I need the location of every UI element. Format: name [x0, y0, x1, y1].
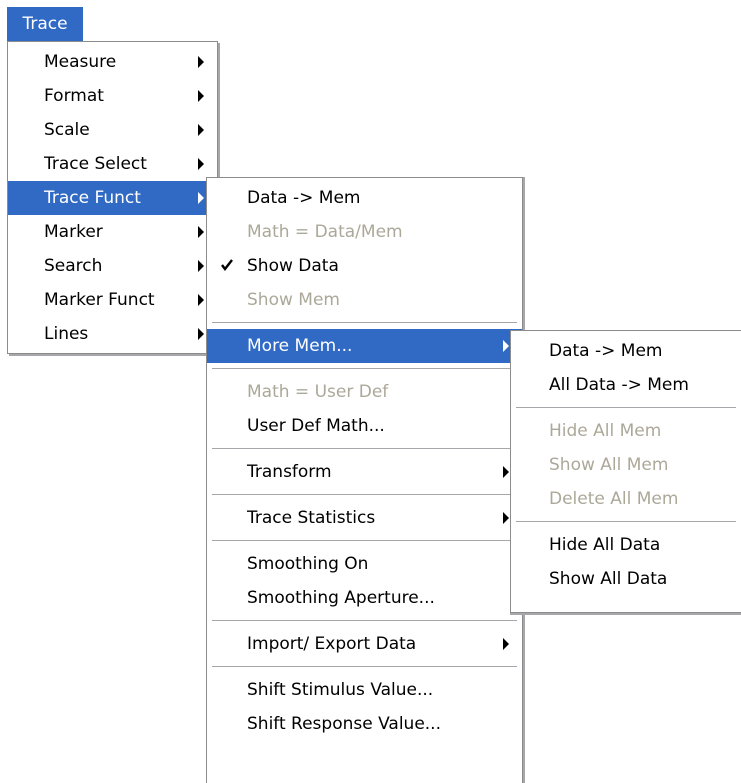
menu-item-transform[interactable]: Transform — [207, 455, 522, 489]
menu-item-measure[interactable]: Measure — [8, 45, 217, 79]
menubar-trace-label: Trace — [22, 14, 68, 34]
menubar-trace[interactable]: Trace — [7, 7, 83, 41]
menu-item-import-export-data[interactable]: Import/ Export Data — [207, 627, 522, 661]
submenu-arrow-icon — [198, 192, 204, 204]
menu-item-show-all-mem: Show All Mem — [549, 455, 669, 475]
menu-item-trace-funct[interactable]: Trace Funct — [8, 181, 217, 215]
submenu-arrow-icon — [198, 124, 204, 136]
submenu-arrow-icon — [198, 56, 204, 68]
menu-item-mem-data-to-mem[interactable]: Data -> Mem — [511, 334, 741, 368]
menu-separator — [207, 489, 522, 501]
submenu-arrow-icon — [198, 328, 204, 340]
submenu-arrow-icon — [198, 226, 204, 238]
submenu-arrow-icon — [198, 260, 204, 272]
menu-separator — [207, 317, 522, 329]
menu-item-show-all-data[interactable]: Show All Data — [511, 562, 741, 596]
submenu-arrow-icon — [503, 340, 509, 352]
menu-separator — [511, 402, 741, 414]
menu-item-smoothing-aperture[interactable]: Smoothing Aperture... — [207, 581, 522, 615]
menu-item-shift-response[interactable]: Shift Response Value... — [207, 707, 522, 741]
submenu-arrow-icon — [198, 294, 204, 306]
menu-item-format[interactable]: Format — [8, 79, 217, 113]
menu-item-trace-select[interactable]: Trace Select — [8, 147, 217, 181]
trace-menu: Measure Format Scale Trace Select Trace … — [7, 41, 218, 354]
more-mem-menu: Data -> Mem All Data -> Mem Hide All Mem… — [510, 330, 741, 613]
menu-item-scale[interactable]: Scale — [8, 113, 217, 147]
menu-separator — [207, 661, 522, 673]
menu-item-show-data[interactable]: Show Data — [207, 249, 522, 283]
submenu-arrow-icon — [503, 638, 509, 650]
submenu-arrow-icon — [198, 90, 204, 102]
menu-item-lines[interactable]: Lines — [8, 317, 217, 351]
menu-separator — [207, 535, 522, 547]
checkmark-icon — [221, 259, 233, 271]
menu-item-hide-all-data[interactable]: Hide All Data — [511, 528, 741, 562]
menu-item-more-mem[interactable]: More Mem... — [207, 329, 522, 363]
submenu-arrow-icon — [198, 158, 204, 170]
menu-item-search[interactable]: Search — [8, 249, 217, 283]
menu-item-data-to-mem[interactable]: Data -> Mem — [207, 181, 522, 215]
menu-separator — [207, 443, 522, 455]
menu-item-trace-statistics[interactable]: Trace Statistics — [207, 501, 522, 535]
menu-item-smoothing-on[interactable]: Smoothing On — [207, 547, 522, 581]
menu-separator — [207, 615, 522, 627]
menu-separator — [511, 516, 741, 528]
menu-item-hide-all-mem: Hide All Mem — [549, 421, 662, 441]
menu-item-show-mem: Show Mem — [247, 290, 340, 310]
submenu-arrow-icon — [503, 512, 509, 524]
submenu-arrow-icon — [503, 466, 509, 478]
menu-item-all-data-to-mem[interactable]: All Data -> Mem — [511, 368, 741, 402]
menu-item-delete-all-mem: Delete All Mem — [549, 489, 679, 509]
menu-item-marker-funct[interactable]: Marker Funct — [8, 283, 217, 317]
menu-item-math-data-mem: Math = Data/Mem — [247, 222, 403, 242]
menu-item-shift-stimulus[interactable]: Shift Stimulus Value... — [207, 673, 522, 707]
menu-item-marker[interactable]: Marker — [8, 215, 217, 249]
menu-separator — [207, 363, 522, 375]
menu-item-user-def-math[interactable]: User Def Math... — [207, 409, 522, 443]
trace-funct-menu: Data -> Mem Math = Data/Mem Show Data Sh… — [206, 177, 523, 783]
menu-item-math-user-def: Math = User Def — [247, 382, 389, 402]
